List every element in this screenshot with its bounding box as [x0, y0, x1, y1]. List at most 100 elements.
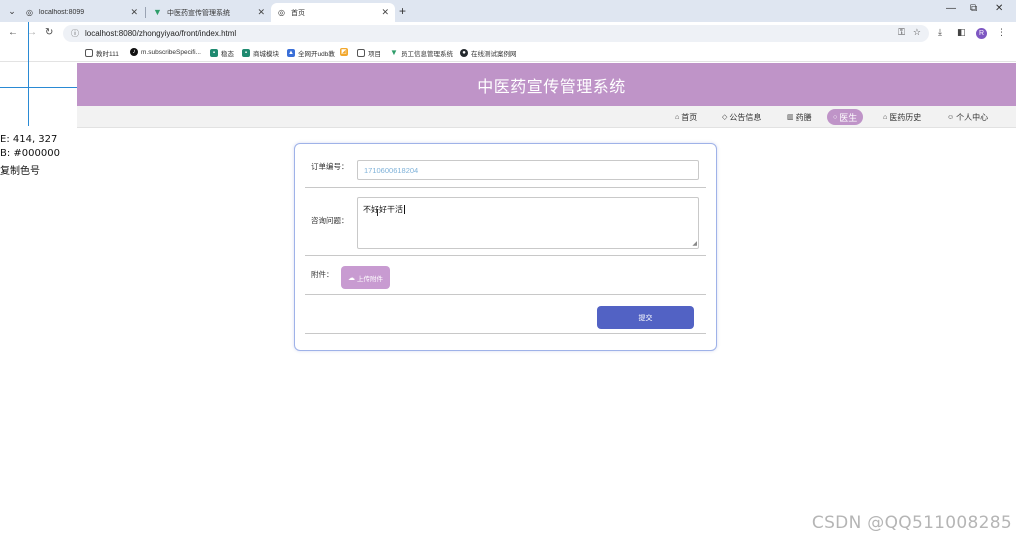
tab-admin-system[interactable]: ▼ 中医药宣传管理系统 ✕	[147, 3, 271, 22]
vue-icon: ▼	[153, 7, 162, 17]
copy-color-link[interactable]: 复制色号	[0, 162, 40, 177]
row-divider	[305, 187, 706, 188]
site-header: 中医药宣传管理系统	[77, 63, 1016, 106]
question-textarea[interactable]: 不好好干活 ◢	[357, 197, 699, 249]
order-number-field[interactable]: 1710600618204	[357, 160, 699, 180]
cursor-coordinates: E: 414, 327	[0, 134, 58, 145]
submit-button[interactable]: 提交	[597, 306, 694, 329]
web-page: 中医药宣传管理系统 ⌂ 首页 ◇ 公告信息 ▥ 药膳 ○ 医生 ⌂ 医药历史 ☺ 个人中心 …	[77, 63, 1016, 541]
text-cursor-icon: I	[376, 208, 379, 219]
nav-label: 公告信息	[729, 112, 762, 122]
vue-icon: ▼	[390, 48, 398, 57]
side-panel-icon[interactable]: ◧	[957, 27, 966, 38]
nav-label: 医药历史	[889, 112, 922, 122]
bookmark-item[interactable]: ● 在线测试案例网	[460, 48, 517, 58]
bookmark-label: 稳态	[221, 51, 234, 58]
tab-title: localhost:8099	[39, 9, 85, 16]
gift-icon: ▥	[787, 114, 794, 121]
github-icon: ●	[460, 49, 468, 57]
profile-avatar[interactable]: R	[976, 28, 987, 39]
globe-icon: ◎	[26, 8, 33, 17]
bookmark-label: 商城模块	[253, 51, 279, 58]
crosshair-vertical	[28, 22, 29, 126]
bookmark-label: m.subscribeSpecifi...	[141, 48, 201, 56]
home-icon: ⌂	[675, 113, 680, 121]
tab-divider	[145, 7, 146, 18]
close-icon[interactable]: ✕	[381, 7, 389, 18]
tab-strip: ⌄ ◎ localhost:8099 ✕ ▼ 中医药宣传管理系统 ✕ ◎ 首页 …	[0, 0, 1016, 22]
nav-item-announcements[interactable]: ◇ 公告信息	[722, 110, 761, 124]
question-label: 咨询问题：	[311, 216, 349, 225]
resize-handle-icon[interactable]: ◢	[692, 241, 697, 247]
bookmark-item[interactable]: ◩	[340, 48, 351, 56]
bookmark-label: 在线测试案例网	[471, 51, 517, 58]
nav-item-medicinal-diet[interactable]: ▥ 药膳	[787, 110, 812, 124]
bank-icon: ⌂	[883, 113, 888, 121]
bookmark-star-icon[interactable]: ☆	[913, 27, 921, 38]
upload-label: 上传附件	[357, 275, 383, 283]
address-bar-row: ← → ↻ ⓘ localhost:8080/zhongyiyao/front/…	[0, 22, 1016, 45]
tab-localhost-8099[interactable]: ◎ localhost:8099 ✕	[19, 3, 144, 22]
row-divider	[305, 333, 706, 334]
bookmark-item[interactable]: ▪ 商城模块	[242, 48, 279, 58]
close-icon[interactable]: ✕	[257, 7, 265, 18]
url-text: localhost:8080/zhongyiyao/front/index.ht…	[85, 29, 237, 38]
bookmark-item[interactable]: 项目	[357, 48, 381, 58]
folder-icon	[357, 49, 365, 57]
submit-label: 提交	[638, 314, 653, 322]
globe-icon: ◎	[278, 8, 285, 17]
csdn-watermark: CSDN @QQ511008285	[811, 513, 1012, 533]
app-icon: ▲	[287, 49, 295, 57]
password-key-icon[interactable]: ⚿	[898, 27, 905, 38]
nav-label: 个人中心	[956, 112, 989, 122]
bookmark-item[interactable]: 教时111	[85, 48, 119, 58]
nav-item-personal-center[interactable]: ☺ 个人中心	[947, 110, 988, 124]
text-caret	[404, 205, 405, 215]
tab-title: 中医药宣传管理系统	[167, 9, 230, 17]
back-icon[interactable]: ←	[8, 27, 18, 38]
nav-item-doctor[interactable]: ○ 医生	[827, 109, 864, 125]
folder-icon	[85, 49, 93, 57]
nav-label: 医生	[839, 112, 858, 123]
new-tab-button[interactable]: +	[399, 4, 406, 18]
nav-item-home[interactable]: ⌂ 首页	[675, 110, 697, 124]
circle-icon: ○	[833, 113, 838, 121]
bookmark-label: 教时111	[96, 51, 119, 58]
cursor-color: B: #000000	[0, 148, 60, 159]
row-divider	[305, 255, 706, 256]
site-info-icon[interactable]: ⓘ	[71, 28, 79, 39]
consultation-form: 订单编号： 1710600618204 咨询问题： 不好好干活 ◢ I 附件： …	[294, 143, 717, 351]
menu-icon[interactable]: ⋮	[997, 27, 1006, 38]
nav-label: 药膳	[795, 112, 812, 122]
tag-icon: ◇	[722, 114, 728, 121]
row-divider	[305, 294, 706, 295]
user-icon: ☺	[947, 113, 955, 121]
site-nav: ⌂ 首页 ◇ 公告信息 ▥ 药膳 ○ 医生 ⌂ 医药历史 ☺ 个人中心	[77, 106, 1016, 128]
bookmark-label: 员工信息管理系统	[401, 51, 453, 58]
reload-icon[interactable]: ↻	[45, 27, 53, 38]
close-icon[interactable]: ✕	[130, 7, 138, 18]
bookmarks-bar: 教时111 ♪ m.subscribeSpecifi... ▪ 稳态 ▪ 商城模块 ▲…	[0, 45, 1016, 62]
attachment-label: 附件：	[311, 270, 334, 279]
bookmark-item[interactable]: ♪ m.subscribeSpecifi...	[130, 48, 201, 56]
bookmark-item[interactable]: ▼ 员工信息管理系统	[390, 48, 453, 59]
crosshair-horizontal	[0, 87, 77, 88]
minimize-icon[interactable]: —	[946, 3, 956, 14]
question-text: 不好好干活	[363, 205, 403, 214]
window-close-icon[interactable]: ✕	[995, 3, 1003, 14]
url-field[interactable]: ⓘ localhost:8080/zhongyiyao/front/index.…	[63, 25, 929, 42]
app-icon: ▪	[242, 49, 250, 57]
bookmark-item[interactable]: ▲ 全网开udb教	[287, 48, 335, 58]
bookmark-item[interactable]: ▪ 稳态	[210, 48, 234, 58]
cloud-upload-icon: ☁	[348, 274, 355, 282]
nav-item-medicine-history[interactable]: ⌂ 医药历史	[883, 110, 921, 124]
tab-home[interactable]: ◎ 首页 ✕	[271, 3, 395, 22]
tab-search-icon[interactable]: ⌄	[5, 4, 19, 18]
bookmark-label: 全网开udb教	[298, 51, 335, 58]
restore-icon[interactable]: ⧉	[970, 3, 977, 14]
tiktok-icon: ♪	[130, 48, 138, 56]
download-icon[interactable]: ⤓	[938, 27, 942, 38]
order-number-value: 1710600618204	[364, 165, 419, 175]
upload-attachment-button[interactable]: ☁ 上传附件	[341, 266, 390, 289]
app-icon: ◩	[340, 48, 348, 56]
